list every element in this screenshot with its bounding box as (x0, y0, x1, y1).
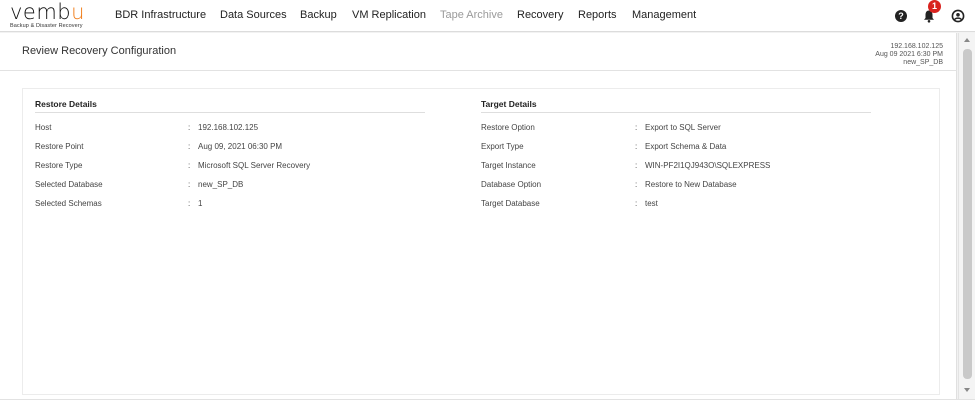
field-label: Target Instance (481, 161, 536, 170)
nav-data-sources[interactable]: Data Sources (220, 9, 287, 21)
nav-tape-archive[interactable]: Tape Archive (440, 9, 503, 21)
field-label: Restore Point (35, 142, 84, 151)
field-label: Host (35, 123, 52, 132)
field-colon: : (188, 199, 191, 208)
field-value: Export Schema & Data (645, 142, 727, 151)
job-meta: 192.168.102.125 Aug 09 2021 6:30 PM new_… (875, 43, 943, 67)
logo-text-prefix: vemb (10, 0, 72, 24)
field-label: Database Option (481, 180, 542, 189)
field-value: Restore to New Database (645, 180, 737, 189)
field-colon: : (188, 123, 191, 132)
notification-badge[interactable]: 1 (928, 0, 941, 13)
target-details-section: Target Details (481, 99, 871, 113)
vembu-logo[interactable]: vembu Backup & Disaster Recovery (10, 2, 88, 30)
page-title: Review Recovery Configuration (22, 45, 177, 57)
field-colon: : (635, 123, 638, 132)
field-label: Selected Database (35, 180, 103, 189)
target-details-divider (481, 112, 871, 113)
field-value: 1 (198, 199, 203, 208)
target-details-title: Target Details (481, 99, 537, 109)
field-value: test (645, 199, 658, 208)
field-value: WIN-PF2I1QJ943O\SQLEXPRESS (645, 161, 771, 170)
details-card: Restore Details Host : 192.168.102.125 R… (22, 88, 940, 395)
field-colon: : (188, 161, 191, 170)
restore-details-title: Restore Details (35, 99, 97, 109)
footer-bar (0, 399, 975, 415)
restore-details-section: Restore Details (35, 99, 425, 113)
nav-recovery[interactable]: Recovery (517, 9, 563, 21)
field-label: Restore Option (481, 123, 535, 132)
field-value: new_SP_DB (198, 180, 244, 189)
scroll-up-arrow-icon[interactable] (964, 38, 970, 42)
review-panel: Review Recovery Configuration 192.168.10… (0, 33, 957, 403)
meta-database: new_SP_DB (903, 59, 943, 66)
scroll-down-arrow-icon[interactable] (964, 388, 970, 392)
field-colon: : (635, 180, 638, 189)
field-label: Selected Schemas (35, 199, 102, 208)
nav-vm-replication[interactable]: VM Replication (352, 9, 426, 21)
restore-details-divider (35, 112, 425, 113)
nav-bdr-infrastructure[interactable]: BDR Infrastructure (115, 9, 206, 21)
field-value: Export to SQL Server (645, 123, 721, 132)
field-label: Restore Type (35, 161, 83, 170)
field-label: Export Type (481, 142, 524, 151)
field-value: Microsoft SQL Server Recovery (198, 161, 311, 170)
meta-host: 192.168.102.125 (890, 43, 943, 50)
logo-wordmark: vembu (10, 0, 88, 24)
nav-backup[interactable]: Backup (300, 9, 337, 21)
field-colon: : (635, 142, 638, 151)
meta-date: Aug 09 2021 6:30 PM (875, 51, 943, 58)
field-colon: : (635, 199, 638, 208)
logo-text-accent: u (71, 0, 85, 24)
field-colon: : (188, 142, 191, 151)
logo-tagline: Backup & Disaster Recovery (10, 23, 83, 29)
help-icon[interactable]: ? (894, 9, 908, 23)
panel-header: Review Recovery Configuration 192.168.10… (0, 33, 957, 71)
top-navigation-bar: vembu Backup & Disaster Recovery BDR Inf… (0, 0, 975, 32)
field-value: 192.168.102.125 (198, 123, 259, 132)
field-label: Target Database (481, 199, 540, 208)
user-icon[interactable] (951, 9, 965, 23)
svg-text:?: ? (898, 11, 904, 21)
field-colon: : (635, 161, 638, 170)
nav-reports[interactable]: Reports (578, 9, 617, 21)
nav-management[interactable]: Management (632, 9, 696, 21)
field-value: Aug 09, 2021 06:30 PM (198, 142, 283, 151)
field-colon: : (188, 180, 191, 189)
vertical-scrollbar[interactable] (958, 33, 975, 399)
scroll-thumb[interactable] (963, 49, 972, 379)
